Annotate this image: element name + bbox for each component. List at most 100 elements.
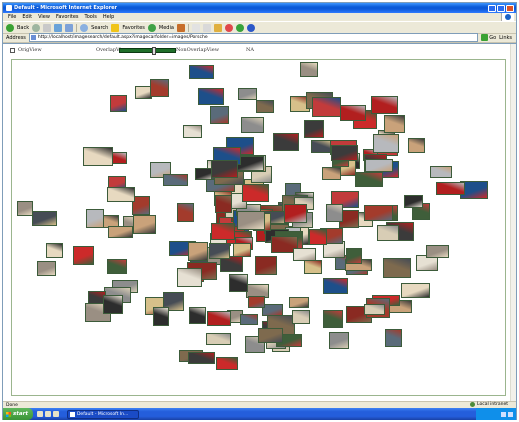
car-thumbnail[interactable] xyxy=(183,124,203,138)
car-thumbnail[interactable] xyxy=(328,331,349,349)
car-thumbnail[interactable] xyxy=(232,243,251,258)
car-thumbnail[interactable] xyxy=(289,297,310,309)
menu-view[interactable]: View xyxy=(38,14,50,20)
car-thumbnail[interactable] xyxy=(425,245,449,259)
taskbar-ie-window[interactable]: Default - Microsoft In... xyxy=(66,409,139,419)
menu-file[interactable]: File xyxy=(8,14,16,20)
media-player-icon[interactable] xyxy=(52,411,59,417)
messenger-icon[interactable] xyxy=(235,23,244,32)
car-thumbnail[interactable] xyxy=(210,160,238,179)
car-thumbnail[interactable] xyxy=(248,295,266,308)
car-thumbnail[interactable] xyxy=(239,314,258,326)
car-thumbnail[interactable] xyxy=(205,333,231,346)
car-thumbnail[interactable] xyxy=(106,259,127,275)
car-thumbnail[interactable] xyxy=(209,243,231,260)
research-icon[interactable] xyxy=(246,23,255,32)
car-thumbnail[interactable] xyxy=(36,260,56,276)
car-thumbnail[interactable] xyxy=(364,158,393,172)
car-thumbnail[interactable] xyxy=(133,214,157,234)
car-thumbnail[interactable] xyxy=(215,194,233,213)
orig-view-checkbox[interactable] xyxy=(10,48,15,53)
car-thumbnail[interactable] xyxy=(188,242,209,262)
address-input[interactable]: http://localhost/imagesearch/default.asp… xyxy=(28,33,479,42)
car-thumbnail[interactable] xyxy=(17,200,34,216)
stop-icon[interactable] xyxy=(43,23,52,32)
car-thumbnail[interactable] xyxy=(403,195,423,209)
car-thumbnail[interactable] xyxy=(300,62,319,77)
print-icon[interactable] xyxy=(202,23,211,32)
car-thumbnail[interactable] xyxy=(382,258,411,279)
favorites-button-label[interactable]: Favorites xyxy=(122,25,145,31)
minimize-button[interactable] xyxy=(488,4,496,12)
discuss-icon[interactable] xyxy=(224,23,233,32)
edit-icon[interactable] xyxy=(213,23,222,32)
forward-arrow-icon[interactable] xyxy=(32,23,41,32)
car-thumbnail[interactable] xyxy=(109,94,127,112)
car-thumbnail[interactable] xyxy=(400,283,430,299)
car-thumbnail[interactable] xyxy=(384,328,402,347)
car-thumbnail[interactable] xyxy=(189,65,215,80)
car-thumbnail[interactable] xyxy=(188,306,206,324)
home-icon[interactable] xyxy=(65,23,74,32)
back-arrow-icon[interactable] xyxy=(6,23,14,32)
car-thumbnail[interactable] xyxy=(241,183,269,202)
media-button-label[interactable]: Media xyxy=(159,25,174,31)
close-button[interactable] xyxy=(506,4,514,12)
back-button-label[interactable]: Back xyxy=(17,25,29,31)
car-thumbnail[interactable] xyxy=(107,187,136,203)
tray-network-icon[interactable] xyxy=(501,411,506,417)
menu-favorites[interactable]: Favorites xyxy=(56,14,79,20)
maximize-button[interactable] xyxy=(497,4,505,12)
car-thumbnail[interactable] xyxy=(238,88,258,101)
menu-edit[interactable]: Edit xyxy=(22,14,32,20)
car-thumbnail[interactable] xyxy=(240,117,264,134)
car-thumbnail[interactable] xyxy=(257,328,283,344)
menu-help[interactable]: Help xyxy=(103,14,114,20)
tray-volume-icon[interactable] xyxy=(508,411,513,417)
overlap-slider[interactable] xyxy=(119,47,176,55)
car-thumbnail[interactable] xyxy=(163,174,189,187)
car-thumbnail[interactable] xyxy=(322,309,343,328)
ie-quicklaunch-icon[interactable] xyxy=(44,411,51,417)
title-bar[interactable]: Default - Microsoft Internet Explorer xyxy=(3,3,516,13)
go-button[interactable]: Go xyxy=(481,34,496,41)
car-thumbnail[interactable] xyxy=(384,114,406,133)
car-thumbnail[interactable] xyxy=(373,134,400,154)
car-thumbnail[interactable] xyxy=(346,248,363,265)
car-thumbnail[interactable] xyxy=(370,96,398,115)
history-icon[interactable] xyxy=(176,23,185,32)
car-thumbnail[interactable] xyxy=(153,306,170,326)
car-thumbnail[interactable] xyxy=(188,352,216,365)
car-thumbnail[interactable] xyxy=(435,182,465,196)
show-desktop-icon[interactable] xyxy=(36,411,43,417)
menu-tools[interactable]: Tools xyxy=(85,14,97,20)
car-thumbnail[interactable] xyxy=(209,105,229,124)
car-thumbnail[interactable] xyxy=(291,310,310,325)
car-thumbnail[interactable] xyxy=(85,208,104,228)
car-thumbnail[interactable] xyxy=(364,303,386,315)
car-thumbnail[interactable] xyxy=(326,204,344,223)
car-thumbnail[interactable] xyxy=(376,225,399,242)
car-thumbnail[interactable] xyxy=(198,88,225,106)
car-thumbnail[interactable] xyxy=(309,229,328,246)
car-thumbnail[interactable] xyxy=(340,104,367,121)
car-thumbnail[interactable] xyxy=(73,245,95,265)
car-thumbnail[interactable] xyxy=(103,295,124,315)
car-thumbnail[interactable] xyxy=(176,267,202,287)
car-thumbnail[interactable] xyxy=(83,147,114,167)
car-thumbnail[interactable] xyxy=(292,248,316,262)
car-thumbnail[interactable] xyxy=(210,222,235,240)
vertical-scrollbar[interactable] xyxy=(510,44,516,401)
search-button-label[interactable]: Search xyxy=(91,25,108,31)
car-thumbnail[interactable] xyxy=(46,243,64,259)
car-thumbnail[interactable] xyxy=(429,166,452,179)
slider-thumb[interactable] xyxy=(152,47,156,55)
car-thumbnail[interactable] xyxy=(108,226,134,239)
car-thumbnail[interactable] xyxy=(255,256,278,276)
car-thumbnail[interactable] xyxy=(236,211,265,231)
car-thumbnail[interactable] xyxy=(312,96,342,117)
car-thumbnail[interactable] xyxy=(363,205,393,222)
refresh-icon[interactable] xyxy=(54,23,63,32)
car-thumbnail[interactable] xyxy=(330,145,358,162)
car-thumbnail[interactable] xyxy=(321,167,341,181)
